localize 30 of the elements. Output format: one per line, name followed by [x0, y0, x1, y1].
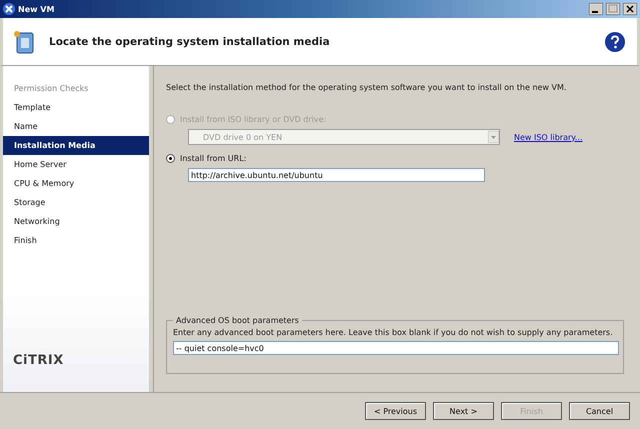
- option-label: Install from URL:: [180, 154, 246, 162]
- window-title: New VM: [18, 4, 56, 14]
- app-icon: [3, 3, 15, 15]
- sidebar-item[interactable]: Home Server: [3, 155, 149, 174]
- minimize-icon[interactable]: [589, 3, 603, 15]
- url-field[interactable]: http://archive.ubuntu.net/ubuntu: [188, 168, 485, 182]
- sidebar-item[interactable]: Name: [3, 117, 149, 136]
- help-icon[interactable]: [605, 32, 625, 52]
- wizard-button[interactable]: Next >: [433, 402, 494, 420]
- close-icon[interactable]: [623, 3, 637, 15]
- disc-box-icon: [13, 30, 35, 54]
- sidebar-item[interactable]: Finish: [3, 231, 149, 250]
- boot-parameters-field[interactable]: -- quiet console=hvc0: [173, 341, 619, 355]
- group-legend: Advanced OS boot parameters: [173, 316, 302, 325]
- page-title: Locate the operating system installation media: [49, 36, 331, 48]
- wizard-button[interactable]: < Previous: [365, 402, 426, 420]
- logo: CiTRIX: [13, 353, 64, 368]
- sidebar-item[interactable]: Installation Media: [3, 136, 149, 155]
- maximize-icon[interactable]: [606, 3, 620, 15]
- radio-button[interactable]: [166, 154, 175, 162]
- dropdown-value: DVD drive 0 on YEN: [203, 132, 282, 142]
- wizard-button[interactable]: Cancel: [569, 402, 630, 420]
- sidebar-item[interactable]: Template: [3, 98, 149, 117]
- dropdown-arrow-icon: [488, 131, 499, 143]
- option-label: Install from ISO library or DVD drive:: [180, 114, 326, 124]
- sidebar-item[interactable]: Storage: [3, 193, 149, 212]
- sidebar-item[interactable]: Networking: [3, 212, 149, 231]
- instruction-text: Select the installation method for the operating system software you want to install on the new VM.: [166, 83, 568, 92]
- hint-text: Enter any advanced boot parameters here. Leave this box blank if you do not wish to supply any parameters.: [173, 328, 614, 337]
- sidebar-item[interactable]: CPU & Memory: [3, 174, 149, 193]
